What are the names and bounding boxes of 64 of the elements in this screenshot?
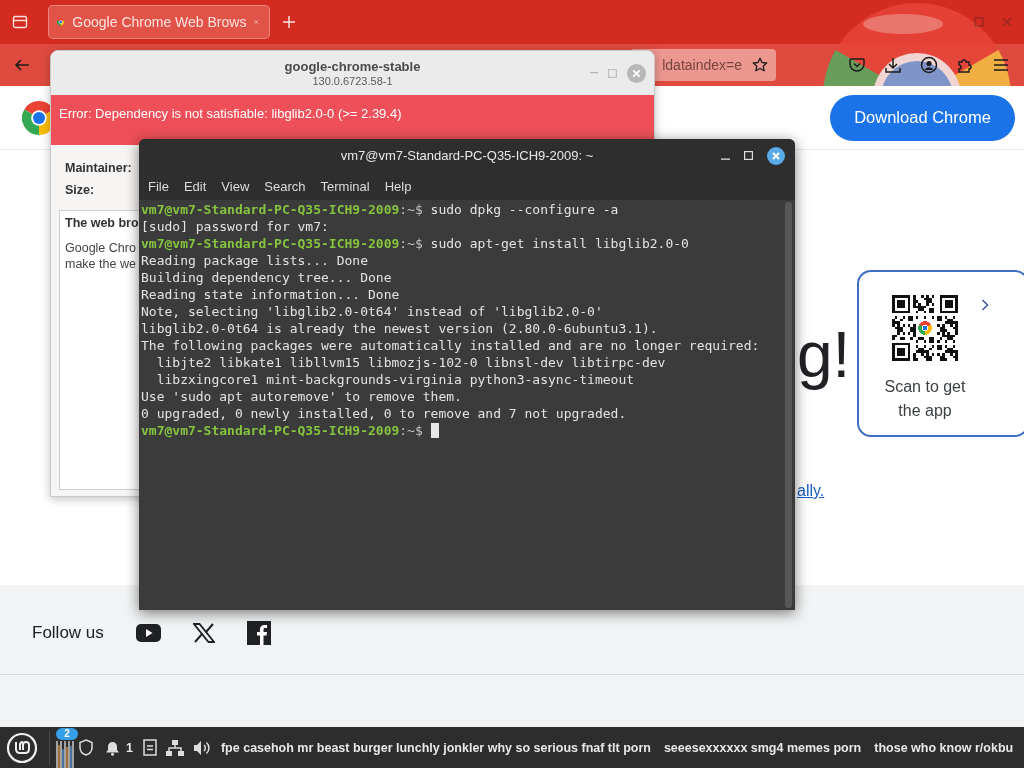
tab-list-icon[interactable] [12,14,28,30]
menu-item[interactable]: Terminal [320,178,370,194]
window-title: vm7@vm7-Standard-PC-Q35-ICH9-2009: ~ [340,148,594,163]
scrollbar[interactable] [785,202,792,608]
ticker-text: fpe casehoh mr beast burger lunchly jonkler why so serious fnaf tlt porn [220,740,651,755]
menu-icon[interactable] [992,56,1010,74]
error-banner: Error: Dependency is not satisfiable: libglib2.0-0 (>= 2.39.4) [51,95,654,145]
headline-text: g! [797,318,851,393]
volume-icon[interactable] [192,739,212,756]
network-icon[interactable] [164,738,185,757]
facebook-icon[interactable] [246,620,271,645]
terminal-line: [sudo] password for vm7: [141,218,329,235]
description-text: make the we [65,256,136,272]
clipboard-icon[interactable] [142,739,157,756]
terminal-line: 0 upgraded, 0 newly installed, 0 to remove and 7 not upgraded. [141,405,627,422]
puzzle-icon[interactable] [956,56,974,74]
ticker-text: those who know r/okbu [874,740,1014,755]
text-link[interactable]: ally. [797,481,825,501]
terminal-line: Use 'sudo apt autoremove' to remove them. [141,388,462,405]
terminal-line: libzxingcore1 mint-backgrounds-virginia python3-async-timeout [155,371,635,388]
follow-label: Follow us [32,622,104,643]
chevron-right-icon[interactable] [981,299,989,311]
menu-item[interactable]: Edit [183,178,207,194]
new-tab-icon[interactable] [282,15,296,29]
maximize-icon[interactable] [744,151,753,160]
account-icon[interactable] [920,56,938,74]
terminal-line: Building dependency tree... Done [141,269,392,286]
terminal-line: vm7@vm7-Standard-PC-Q35-ICH9-2009:~$ sudo dpkg --configure -a [141,201,619,218]
description-heading: The web bro [65,215,139,232]
notification-count: 1 [126,740,133,755]
menu-item[interactable]: Search [264,178,306,194]
star-icon[interactable] [752,57,768,73]
ticker-text: seeesexxxxxx smg4 memes porn [663,740,862,755]
qr-caption: Scan to get the app [883,377,967,421]
terminal-line: The following packages were automatically installed and are no longer required: [141,337,760,354]
terminal-line: vm7@vm7-Standard-PC-Q35-ICH9-2009:~$ [141,422,423,439]
close-icon[interactable] [767,146,785,165]
version-label: 130.0.6723.58-1 [312,74,393,88]
count-badge: 2 [56,728,78,740]
terminal-line: Reading state information... Done [141,286,400,303]
terminal-line: Note, selecting 'libglib2.0-0t64' instead of 'libglib2.0-0' [141,303,603,320]
download-icon[interactable] [884,56,902,74]
field-label: Maintainer: [65,160,132,177]
qr-code-icon [892,295,958,361]
app-icon[interactable] [56,741,74,768]
terminal-line: Reading package lists... Done [141,252,368,269]
menu-item[interactable]: Help [384,178,412,194]
terminal-line: libjte2 libkate1 libllvm15 libmozjs-102-0 libnsl-dev libtirpc-dev [155,354,666,371]
terminal-line: vm7@vm7-Standard-PC-Q35-ICH9-2009:~$ sudo apt-get install libglib2.0-0 [141,235,689,252]
youtube-icon[interactable] [135,623,161,642]
download-button[interactable]: Download Chrome [830,94,1015,141]
menu-item[interactable]: File [148,178,169,194]
terminal-line: libglib2.0-0t64 is already the newest version (2.80.0-6ubuntu3.1). [141,320,658,337]
dialog-title: google-chrome-stable [284,58,421,75]
bell-icon[interactable] [105,739,120,756]
description-text: Google Chro [65,240,136,256]
x-logo-icon[interactable] [192,622,215,643]
shield-chevron-icon[interactable] [848,56,866,74]
menu-logo-icon[interactable] [6,731,38,764]
field-label: Size: [65,182,95,199]
menu-item[interactable]: View [221,178,250,194]
back-arrow-icon[interactable] [14,57,30,73]
qr-card[interactable]: Scan to get the app [857,270,1024,437]
shield-icon[interactable] [78,739,94,756]
